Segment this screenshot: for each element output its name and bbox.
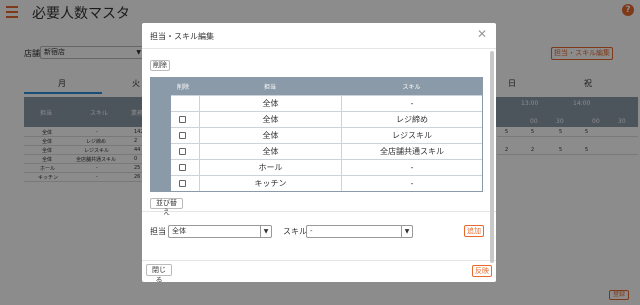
skill-cell: - [341,176,482,191]
close-button[interactable]: 閉じる [146,264,172,282]
divider [142,260,496,261]
role-cell: 全体 [199,112,341,127]
table-row: 全体 レジ締め [171,111,482,127]
role-label: 担当 [150,227,166,236]
scrollbar[interactable] [490,51,494,263]
skill-cell: - [341,96,482,111]
add-button[interactable]: 追加 [464,225,484,237]
skill-cell: レジスキル [341,128,482,143]
table-row: 全体 全店舗共通スキル [171,143,482,159]
role-select[interactable]: 全体 ▼ [168,225,272,238]
grid-header: 削除 担当 スキル [151,78,482,95]
table-row: 全体 レジスキル [171,127,482,143]
header-role: 担当 [263,84,276,91]
header-skill: スキル [402,84,421,91]
role-cell: ホール [199,160,341,175]
role-cell: 全体 [199,96,341,111]
divider [142,211,496,212]
skill-label: スキル [283,227,307,236]
table-row: キッチン - [171,175,482,191]
row-checkbox[interactable] [179,132,186,139]
skill-cell: 全店舗共通スキル [341,144,482,159]
reflect-button[interactable]: 反映 [472,265,492,277]
header-delete: 削除 [176,84,189,91]
row-checkbox[interactable] [179,164,186,171]
row-checkbox[interactable] [179,180,186,187]
chevron-down-icon: ▼ [260,226,271,237]
skill-cell: レジ締め [341,112,482,127]
close-icon[interactable]: ✕ [477,28,487,40]
role-skill-edit-modal: 担当・スキル編集 ✕ 削除 削除 担当 スキル 全体 - 全体 レジ締め 全体 … [142,23,496,282]
divider [142,48,496,49]
chevron-down-icon: ▼ [401,226,412,237]
row-checkbox[interactable] [179,148,186,155]
delete-button[interactable]: 削除 [150,60,170,71]
role-cell: キッチン [199,176,341,191]
row-checkbox[interactable] [179,116,186,123]
table-row: ホール - [171,159,482,175]
skill-cell: - [341,160,482,175]
sort-button[interactable]: 並び替え [150,198,183,216]
table-row: 全体 - [171,95,482,111]
role-cell: 全体 [199,128,341,143]
grid-side-bar [151,78,171,191]
role-cell: 全体 [199,144,341,159]
modal-title: 担当・スキル編集 [150,32,214,41]
role-skill-grid: 削除 担当 スキル 全体 - 全体 レジ締め 全体 レジスキル 全体 全店舗共通… [150,77,483,192]
skill-select[interactable]: - ▼ [306,225,413,238]
